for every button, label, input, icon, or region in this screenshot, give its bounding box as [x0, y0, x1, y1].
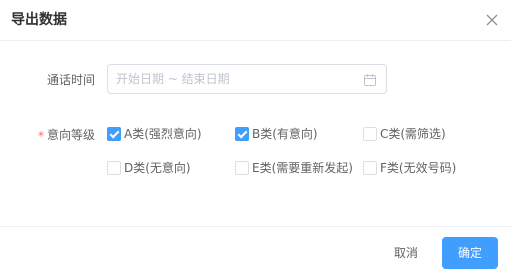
checkbox-unchecked-icon[interactable]	[235, 161, 249, 175]
level-checkbox-c[interactable]: C类(需筛选)	[363, 126, 446, 142]
level-checkbox-f[interactable]: F类(无效号码)	[363, 160, 456, 176]
checkbox-unchecked-icon[interactable]	[363, 127, 377, 141]
date-range-placeholder[interactable]: 开始日期 ~ 结束日期	[116, 71, 230, 87]
checkbox-unchecked-icon[interactable]	[107, 161, 121, 175]
confirm-button[interactable]: 确定	[442, 237, 498, 269]
level-checkbox-b[interactable]: B类(有意向)	[235, 126, 318, 142]
required-mark: *	[38, 129, 44, 143]
export-dialog: 导出数据 通话时间 开始日期 ~ 结束日期 * 意向等级 A类(强烈意向) B类…	[0, 0, 511, 276]
date-range-picker[interactable]: 开始日期 ~ 结束日期	[107, 64, 387, 94]
dialog-header: 导出数据	[0, 0, 511, 40]
footer-divider	[0, 226, 511, 227]
header-divider	[0, 40, 511, 41]
checkbox-checked-icon[interactable]	[235, 127, 249, 141]
checkbox-unchecked-icon[interactable]	[363, 161, 377, 175]
date-label: 通话时间	[47, 73, 96, 87]
level-checkbox-label: D类(无意向)	[124, 161, 191, 175]
cancel-button[interactable]: 取消	[382, 237, 430, 269]
checkbox-checked-icon[interactable]	[107, 127, 121, 141]
level-checkbox-d[interactable]: D类(无意向)	[107, 160, 191, 176]
level-label: 意向等级	[47, 128, 96, 142]
calendar-icon[interactable]	[363, 72, 377, 86]
level-checkbox-label: E类(需要重新发起)	[252, 161, 353, 175]
level-checkbox-label: B类(有意向)	[252, 127, 318, 141]
close-icon[interactable]	[484, 12, 500, 28]
level-checkbox-label: A类(强烈意向)	[124, 127, 202, 141]
level-checkbox-label: C类(需筛选)	[380, 127, 446, 141]
level-checkbox-e[interactable]: E类(需要重新发起)	[235, 160, 353, 176]
level-checkbox-label: F类(无效号码)	[380, 161, 457, 175]
level-checkbox-a[interactable]: A类(强烈意向)	[107, 126, 202, 142]
dialog-title: 导出数据	[11, 12, 67, 28]
